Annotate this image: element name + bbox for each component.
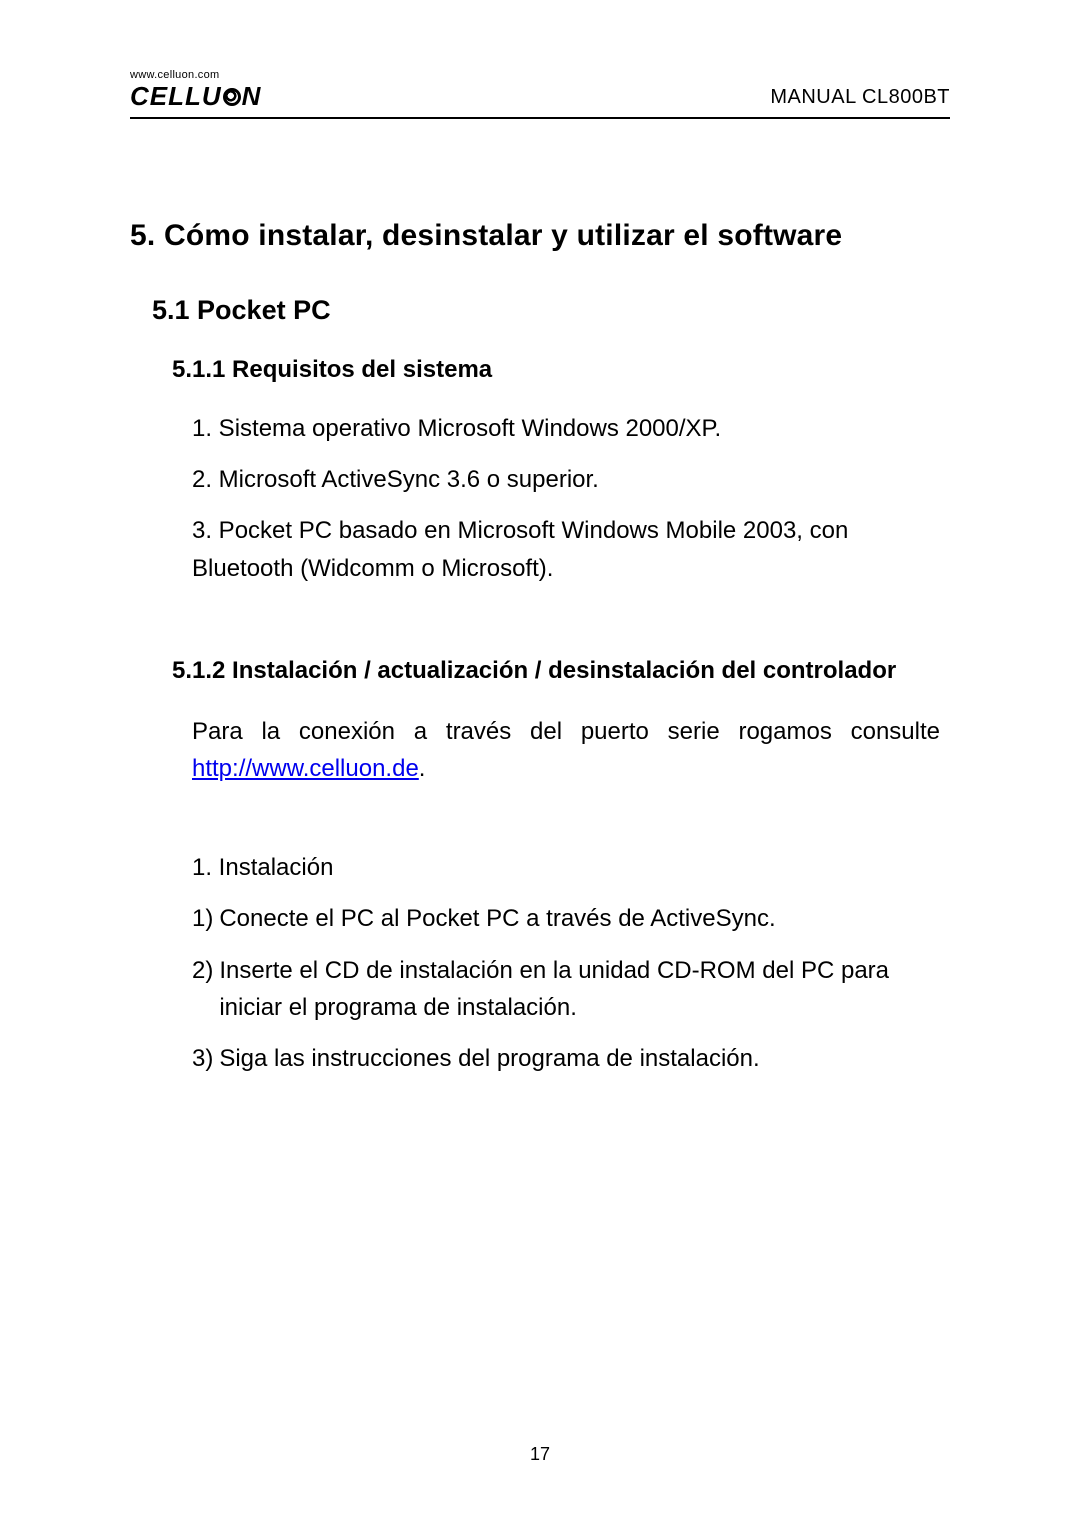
install-subhead: 1. Instalación [192, 849, 940, 886]
heading-1: 5. Cómo instalar, desinstalar y utilizar… [130, 219, 950, 253]
step-number: 1) [192, 900, 219, 937]
step-text: Inserte el CD de instalación en la unida… [219, 952, 940, 1026]
intro-text-pre: Para la conexión a través del puerto ser… [192, 718, 940, 745]
heading-2: 5.1 Pocket PC [152, 295, 950, 326]
logo-wordmark: CELLU N [130, 83, 261, 109]
manual-label: MANUAL CL800BT [770, 86, 950, 109]
requirement-item: 3. Pocket PC basado en Microsoft Windows… [192, 512, 940, 586]
logo-url: www.celluon.com [130, 70, 261, 81]
page-number: 17 [0, 1444, 1080, 1465]
heading-3-requirements: 5.1.1 Requisitos del sistema [172, 356, 950, 384]
intro-paragraph: Para la conexión a través del puerto ser… [192, 713, 940, 787]
requirement-item: 1. Sistema operativo Microsoft Windows 2… [192, 410, 940, 447]
logo-o-icon [223, 88, 241, 106]
heading-3-installation: 5.1.2 Instalación / actualización / desi… [172, 657, 950, 685]
step-number: 3) [192, 1040, 219, 1077]
install-step: 1) Conecte el PC al Pocket PC a través d… [192, 900, 940, 937]
logo-text-post: N [242, 83, 262, 109]
install-step: 2) Inserte el CD de instalación en la un… [192, 952, 940, 1026]
celluon-link[interactable]: http://www.celluon.de [192, 755, 419, 782]
page-header: www.celluon.com CELLU N MANUAL CL800BT [130, 70, 950, 119]
document-page: www.celluon.com CELLU N MANUAL CL800BT 5… [0, 0, 1080, 1525]
step-number: 2) [192, 952, 219, 1026]
logo-text-pre: CELLU [130, 83, 222, 109]
brand-logo: www.celluon.com CELLU N [130, 70, 261, 109]
spacer [130, 801, 950, 849]
step-text: Conecte el PC al Pocket PC a través de A… [219, 900, 940, 937]
requirement-item: 2. Microsoft ActiveSync 3.6 o superior. [192, 461, 940, 498]
intro-text-post: . [419, 755, 426, 782]
install-step: 3) Siga las instrucciones del programa d… [192, 1040, 940, 1077]
step-text: Siga las instrucciones del programa de i… [219, 1040, 940, 1077]
